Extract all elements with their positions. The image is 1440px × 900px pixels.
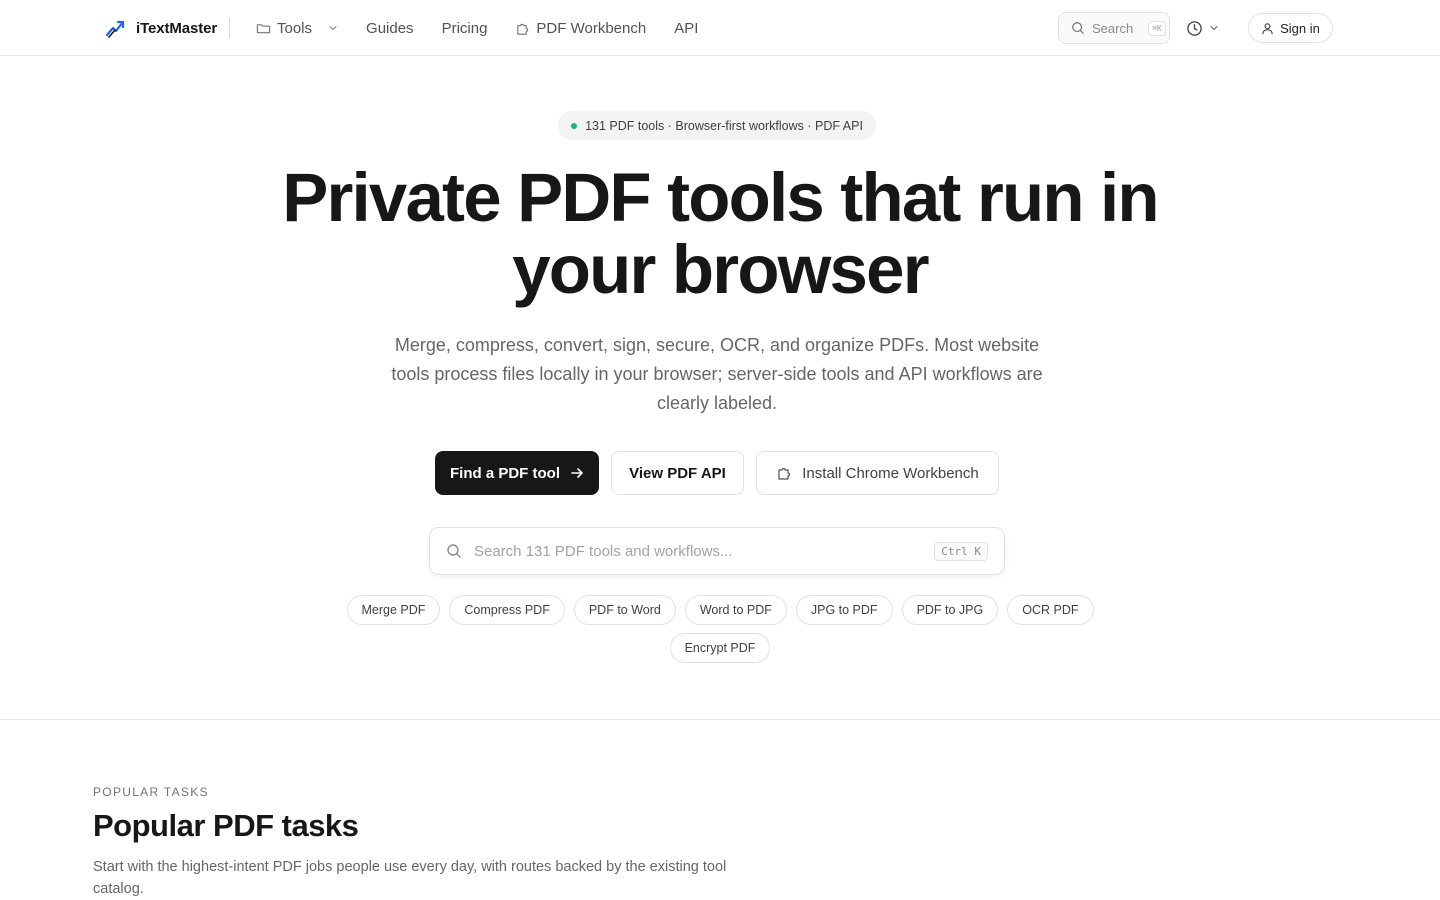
brand-divider [229, 18, 230, 38]
nav-guides-label: Guides [366, 19, 414, 37]
hero-badge-text: 131 PDF tools · Browser-first workflows … [585, 118, 863, 133]
quick-tool-chips: Merge PDF Compress PDF PDF to Word Word … [340, 595, 1100, 663]
hero-title: Private PDF tools that run in your brows… [282, 159, 1159, 308]
nav-workbench-label: PDF Workbench [536, 19, 647, 37]
folder-icon [256, 23, 271, 33]
header-search-button[interactable]: Search ⌘K [1058, 12, 1170, 44]
popular-tasks-title: Popular PDF tasks [93, 808, 359, 843]
top-navigation-bar: iTextMaster Tools Guides Pricing PDF Wor… [0, 0, 1440, 56]
view-pdf-api-label: View PDF API [629, 464, 726, 482]
puzzle-icon [517, 23, 529, 35]
install-chrome-workbench-button[interactable]: Install Chrome Workbench [756, 451, 999, 495]
install-chrome-workbench-label: Install Chrome Workbench [802, 464, 979, 482]
popular-tasks-description: Start with the highest-intent PDF jobs p… [93, 859, 727, 897]
nav-guides-link[interactable]: Guides [366, 20, 414, 37]
brand-name: iTextMaster [136, 19, 218, 37]
nav-tools-label: Tools [277, 19, 313, 37]
search-icon [1072, 22, 1084, 34]
chip-merge-pdf[interactable]: Merge PDF [346, 595, 441, 625]
nav-pricing-link[interactable]: Pricing [442, 20, 488, 37]
nav-api-link[interactable]: API [674, 20, 698, 37]
popular-tasks-eyebrow: POPULAR TASKS [93, 785, 209, 799]
tool-search-box: Ctrl K [429, 527, 1005, 575]
nav-workbench-link[interactable]: PDF Workbench [515, 20, 646, 37]
section-divider [0, 719, 1440, 720]
hero-cta-row: Find a PDF tool View PDF API Install Chr… [0, 451, 1440, 495]
nav-api-label: API [674, 19, 699, 37]
chevron-down-icon [329, 25, 337, 31]
sign-in-button[interactable]: Sign in [1248, 13, 1333, 43]
arrow-right-icon [571, 468, 583, 478]
chip-pdf-to-word[interactable]: PDF to Word [573, 595, 676, 625]
brand-logo-icon [105, 20, 125, 38]
view-pdf-api-button[interactable]: View PDF API [611, 451, 744, 495]
chip-jpg-to-pdf[interactable]: JPG to PDF [795, 595, 893, 625]
chip-encrypt-pdf[interactable]: Encrypt PDF [669, 633, 771, 663]
header-search-shortcut: ⌘K [1148, 20, 1166, 36]
sign-in-label: Sign in [1280, 20, 1320, 36]
recent-history-button[interactable] [1186, 16, 1226, 40]
chevron-down-icon [1210, 25, 1218, 31]
clock-icon [1187, 20, 1202, 36]
find-pdf-tool-button[interactable]: Find a PDF tool [435, 451, 599, 495]
main-nav: Tools Guides Pricing PDF Workbench API [256, 16, 698, 40]
chip-pdf-to-jpg[interactable]: PDF to JPG [901, 595, 999, 625]
user-icon [1262, 22, 1273, 34]
chip-ocr-pdf[interactable]: OCR PDF [1007, 595, 1094, 625]
hero-badge: 131 PDF tools · Browser-first workflows … [558, 111, 876, 140]
tool-search-input[interactable] [474, 542, 914, 560]
find-pdf-tool-label: Find a PDF tool [450, 464, 560, 482]
header-search-label: Search [1092, 20, 1134, 36]
nav-tools-menu[interactable]: Tools [256, 20, 338, 37]
search-icon [447, 544, 461, 558]
hero-subtitle: Merge, compress, convert, sign, secure, … [391, 335, 1043, 413]
chip-word-to-pdf[interactable]: Word to PDF [684, 595, 787, 625]
nav-pricing-label: Pricing [441, 19, 488, 37]
puzzle-icon [778, 467, 791, 480]
status-dot [571, 122, 578, 129]
chip-compress-pdf[interactable]: Compress PDF [449, 595, 565, 625]
brand-logo-link[interactable]: iTextMaster [104, 16, 217, 40]
tool-search-shortcut: Ctrl K [934, 542, 988, 561]
